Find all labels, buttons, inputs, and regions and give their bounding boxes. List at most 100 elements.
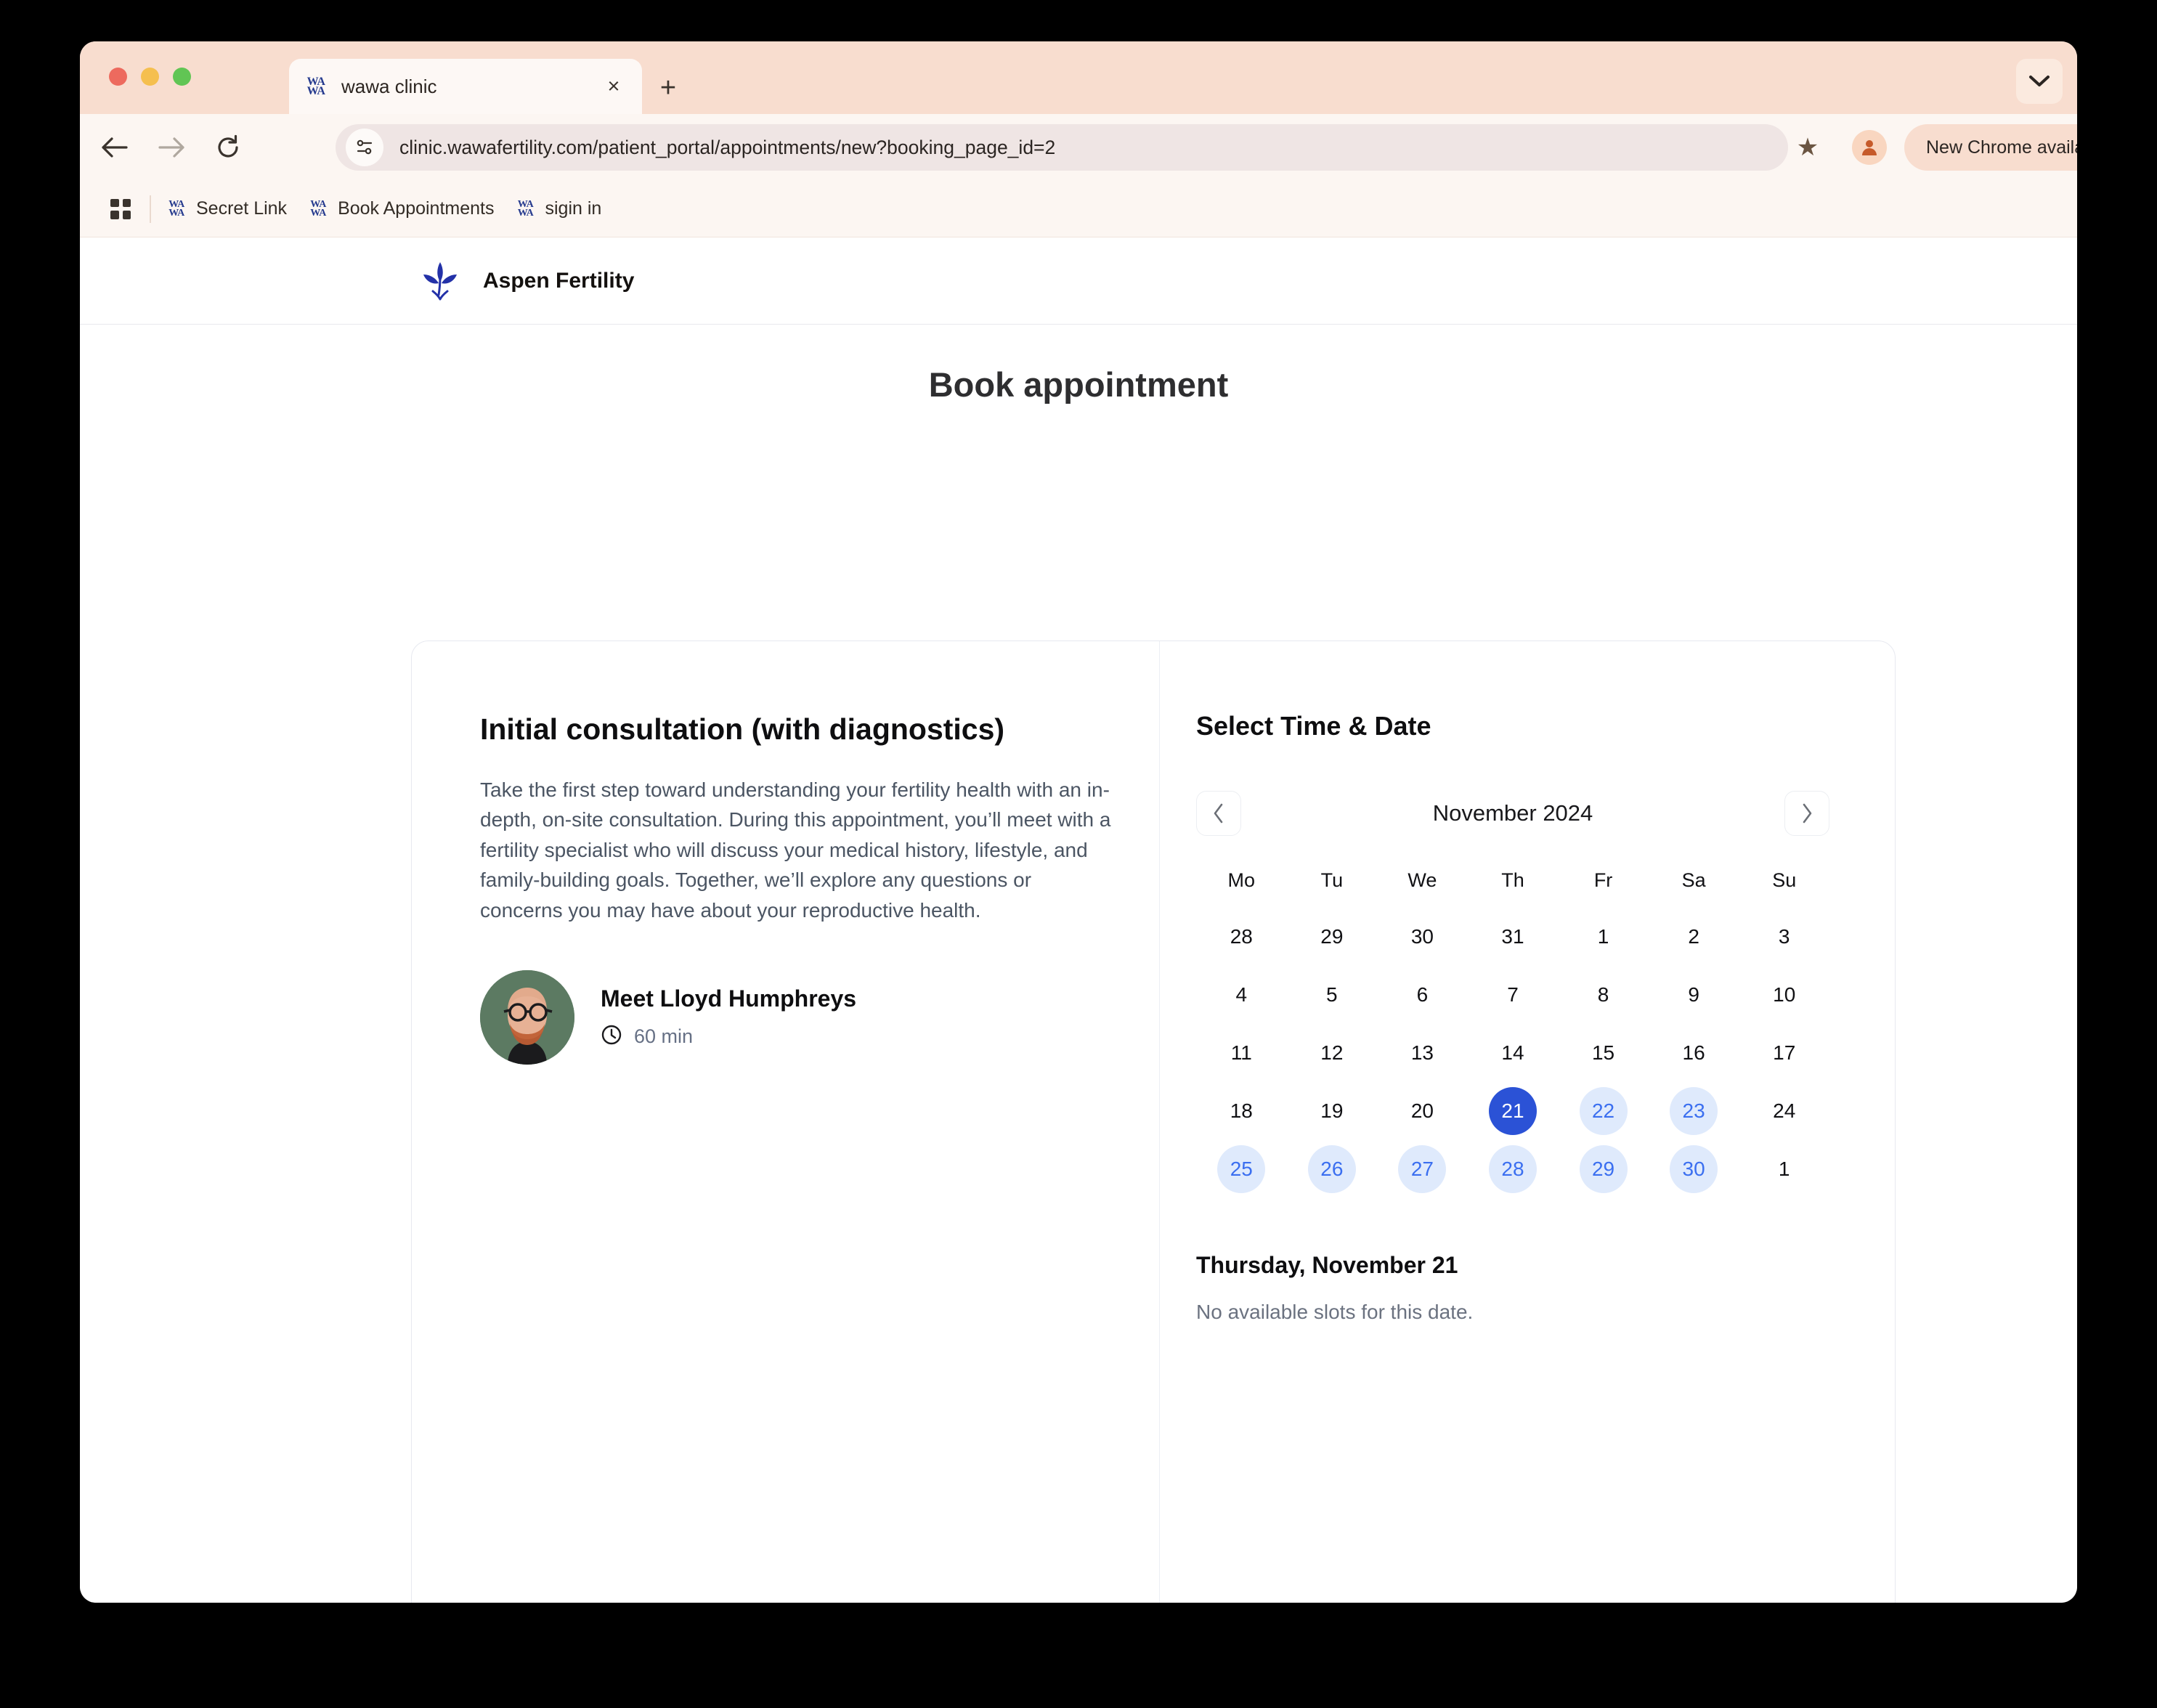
profile-avatar-icon[interactable] xyxy=(1852,130,1887,165)
bookmark-star-icon[interactable]: ★ xyxy=(1790,130,1825,165)
calendar-day-8: 8 xyxy=(1597,983,1609,1006)
calendar-day-header: We xyxy=(1407,869,1437,891)
calendar-day-header: Fr xyxy=(1593,869,1613,891)
calendar-cell: 24 xyxy=(1739,1082,1829,1140)
calendar-day-16: 16 xyxy=(1682,1041,1705,1064)
calendar-day-27[interactable]: 27 xyxy=(1398,1145,1447,1193)
bookmark-label: Book Appointments xyxy=(338,198,495,219)
chevron-down-icon[interactable] xyxy=(2016,59,2063,104)
calendar-cell: 30 xyxy=(1649,1140,1739,1198)
calendar-cell: 30 xyxy=(1377,908,1468,966)
prev-month-button[interactable] xyxy=(1196,791,1241,836)
calendar-day-10: 10 xyxy=(1773,983,1796,1006)
service-details-panel: Initial consultation (with diagnostics) … xyxy=(412,641,1160,1603)
booking-card: Initial consultation (with diagnostics) … xyxy=(411,640,1896,1603)
calendar-cell: 1 xyxy=(1739,1140,1829,1198)
avatar xyxy=(480,970,574,1065)
calendar-cell: 28 xyxy=(1468,1140,1559,1198)
calendar-cell: 6 xyxy=(1377,966,1468,1024)
close-window-button[interactable] xyxy=(109,68,127,86)
calendar-cell: 4 xyxy=(1196,966,1287,1024)
chrome-update-label: New Chrome available xyxy=(1926,137,2077,158)
calendar-day-1: 1 xyxy=(1778,1158,1790,1180)
calendar-cell: 29 xyxy=(1558,1140,1649,1198)
reload-icon[interactable] xyxy=(206,126,250,169)
calendar-cell: 12 xyxy=(1287,1024,1378,1082)
calendar-day-29: 29 xyxy=(1320,925,1344,948)
close-tab-icon[interactable]: × xyxy=(601,74,626,99)
calendar-cell: 18 xyxy=(1196,1082,1287,1140)
address-bar[interactable]: clinic.wawafertility.com/patient_portal/… xyxy=(336,124,1788,171)
calendar-day-11: 11 xyxy=(1230,1041,1252,1064)
calendar-day-3: 3 xyxy=(1778,925,1790,948)
calendar-day-header: Tu xyxy=(1320,869,1344,891)
calendar-day-31: 31 xyxy=(1501,925,1524,948)
duration-row: 60 min xyxy=(601,1024,856,1049)
bookmarks-bar: WA WA Secret Link WA WA Book Appointment… xyxy=(80,181,2077,237)
bookmark-sigin-in[interactable]: WA WA sigin in xyxy=(516,198,602,219)
calendar-day-22[interactable]: 22 xyxy=(1579,1087,1628,1135)
bookmark-book-appointments[interactable]: WA WA Book Appointments xyxy=(309,198,494,219)
calendar-cell: 10 xyxy=(1739,966,1829,1024)
calendar-day-24: 24 xyxy=(1773,1099,1796,1122)
address-bar-url: clinic.wawafertility.com/patient_portal/… xyxy=(399,136,1056,158)
calendar-cell: 1 xyxy=(1558,908,1649,966)
calendar-day-header: Sa xyxy=(1681,869,1706,891)
page-title: Book appointment xyxy=(928,365,1229,404)
bookmark-favicon-icon: WA WA xyxy=(168,199,184,219)
duration-label: 60 min xyxy=(634,1025,694,1048)
forward-icon[interactable] xyxy=(150,126,193,169)
calendar-day-25[interactable]: 25 xyxy=(1217,1145,1266,1193)
calendar-day-6: 6 xyxy=(1416,983,1429,1006)
calendar-day-28[interactable]: 28 xyxy=(1488,1145,1537,1193)
window-controls xyxy=(109,68,191,86)
calendar-grid: Mo Tu We Th Fr Sa Su 28 29 30 31 1 2 3 4 5 6 7 8 9 10 11 12 13 1… xyxy=(1196,859,1829,1198)
bookmarks-divider xyxy=(150,195,151,223)
calendar-day-23[interactable]: 23 xyxy=(1670,1087,1718,1135)
calendar-day-header: Th xyxy=(1501,869,1524,891)
calendar-day-26[interactable]: 26 xyxy=(1307,1145,1356,1193)
scheduler-heading: Select Time & Date xyxy=(1196,711,1431,741)
calendar-day-7: 7 xyxy=(1507,983,1519,1006)
calendar-cell: 19 xyxy=(1287,1082,1378,1140)
aspen-leaf-logo-icon xyxy=(418,259,463,304)
calendar-cell: 27 xyxy=(1377,1140,1468,1198)
calendar-cell: 28 xyxy=(1196,908,1287,966)
calendar-cell: 5 xyxy=(1287,966,1378,1024)
browser-tab[interactable]: WA WA wawa clinic × xyxy=(289,59,642,114)
calendar-nav: November 2024 xyxy=(1196,791,1829,836)
service-title: Initial consultation (with diagnostics) xyxy=(480,712,1005,746)
calendar-day-1: 1 xyxy=(1597,925,1609,948)
calendar-cell: 2 xyxy=(1649,908,1739,966)
calendar-cell: 25 xyxy=(1196,1140,1287,1198)
calendar-day-21[interactable]: 21 xyxy=(1488,1087,1537,1135)
calendar-day-header: Mo xyxy=(1227,869,1256,891)
host-name: Meet Lloyd Humphreys xyxy=(601,985,857,1012)
calendar-day-12: 12 xyxy=(1320,1041,1344,1064)
back-icon[interactable] xyxy=(93,126,137,169)
tab-strip: WA WA wawa clinic × + xyxy=(80,41,2077,114)
calendar-day-28: 28 xyxy=(1230,925,1253,948)
calendar-day-15: 15 xyxy=(1591,1041,1615,1064)
next-month-button[interactable] xyxy=(1784,791,1829,836)
calendar-day-29[interactable]: 29 xyxy=(1579,1145,1628,1193)
calendar-day-13: 13 xyxy=(1410,1041,1434,1064)
calendar-cell: 17 xyxy=(1739,1024,1829,1082)
scheduler-panel: Select Time & Date November 2024 Mo Tu We T… xyxy=(1160,641,1895,1603)
calendar-day-5: 5 xyxy=(1326,983,1338,1006)
browser-window: WA WA wawa clinic × + clinic.wawafertili… xyxy=(80,41,2077,1603)
calendar-day-4: 4 xyxy=(1235,983,1248,1006)
apps-grid-icon[interactable] xyxy=(105,193,137,225)
service-description: Take the first step toward understanding… xyxy=(480,778,1111,922)
new-tab-button[interactable]: + xyxy=(654,73,683,102)
calendar-day-30[interactable]: 30 xyxy=(1670,1145,1718,1193)
maximize-window-button[interactable] xyxy=(173,68,191,86)
calendar-cell: 29 xyxy=(1287,908,1378,966)
bookmark-secret-link[interactable]: WA WA Secret Link xyxy=(167,198,287,219)
calendar-cell: 16 xyxy=(1649,1024,1739,1082)
site-settings-icon[interactable] xyxy=(346,129,383,166)
brand-name: Aspen Fertility xyxy=(483,268,635,293)
minimize-window-button[interactable] xyxy=(141,68,159,86)
chrome-update-pill[interactable]: New Chrome available xyxy=(1904,124,2077,171)
calendar-cell: 31 xyxy=(1468,908,1559,966)
